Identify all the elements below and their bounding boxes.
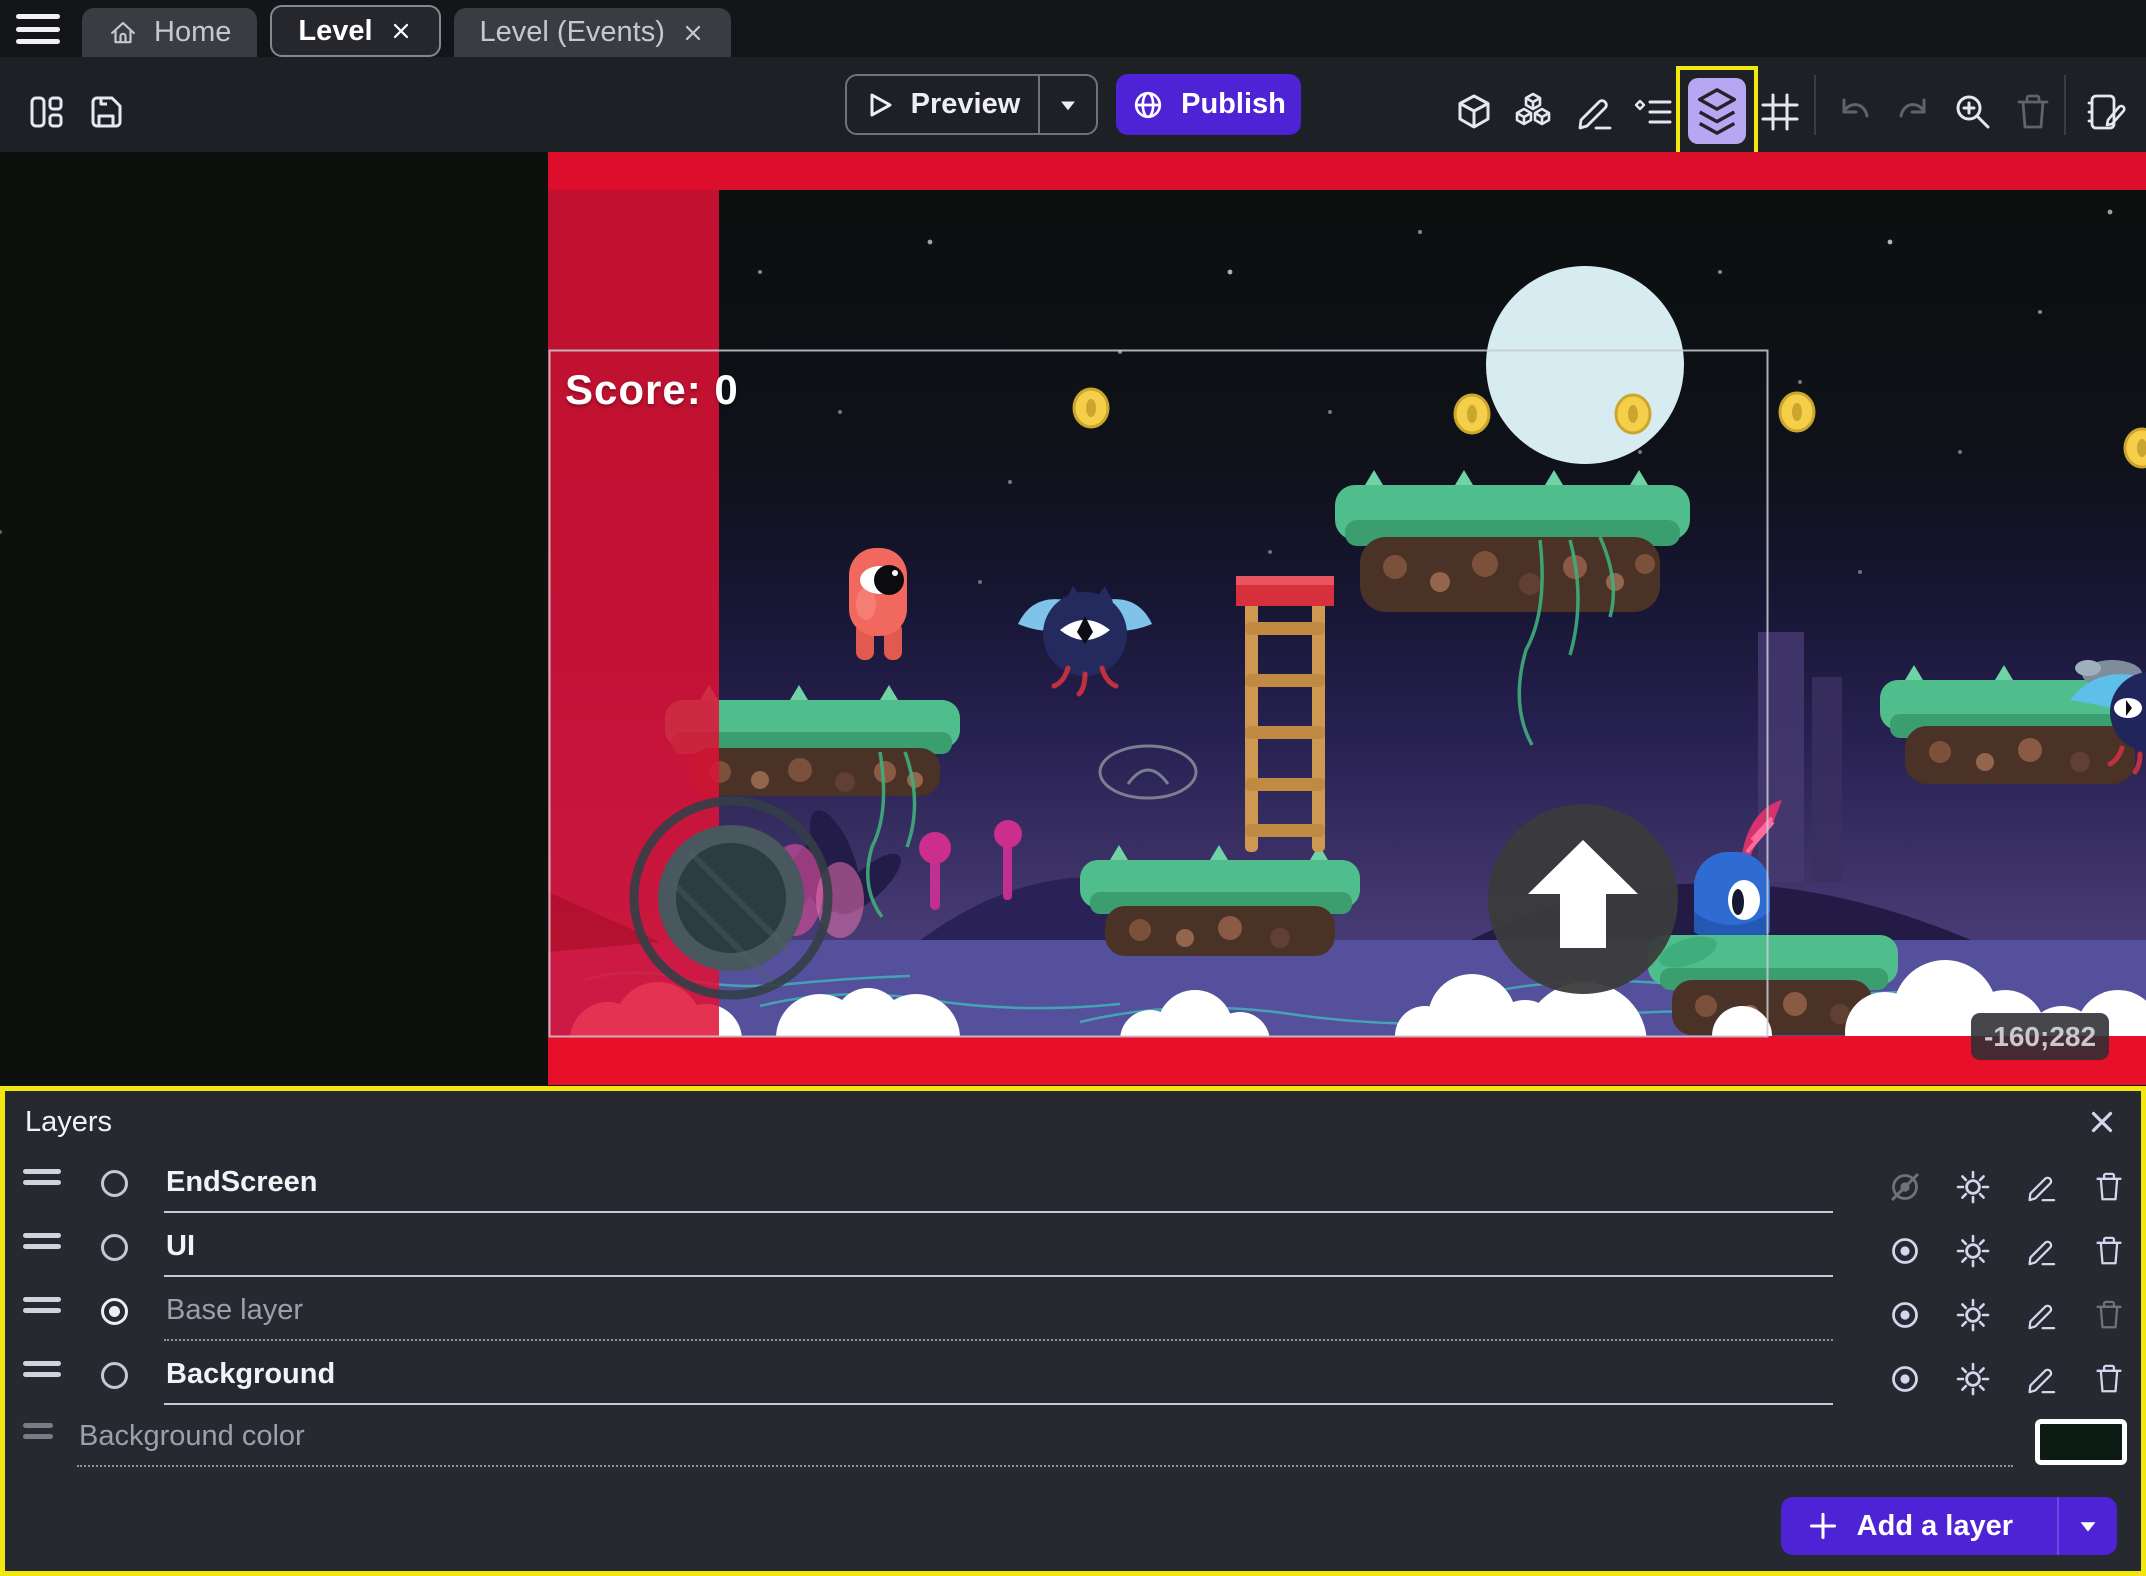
publish-label: Publish <box>1181 88 1286 121</box>
layer-name-field[interactable]: UI <box>164 1230 1833 1277</box>
save-icon[interactable] <box>84 90 128 134</box>
eye-icon[interactable] <box>1887 1297 1923 1333</box>
layer-select-radio[interactable] <box>101 1362 128 1389</box>
close-icon[interactable] <box>681 21 705 45</box>
tab-home-label: Home <box>154 16 231 49</box>
close-icon[interactable] <box>2085 1105 2119 1139</box>
trash-icon[interactable] <box>2091 1361 2127 1397</box>
toolbar: Preview Publish <box>0 57 2146 152</box>
layer-row-ui: UI <box>5 1213 2141 1277</box>
grid-icon[interactable] <box>1758 90 1802 134</box>
preview-dropdown-button[interactable] <box>1038 76 1096 133</box>
tab-home[interactable]: Home <box>82 8 257 57</box>
edit-pencil-icon[interactable] <box>1572 90 1616 134</box>
layer-select-radio[interactable] <box>101 1234 128 1261</box>
cursor-coordinates-badge: -160;282 <box>1971 1013 2109 1060</box>
game-scene <box>0 152 2146 1085</box>
background-color-row: Background color <box>5 1405 2141 1467</box>
layer-select-radio[interactable] <box>101 1170 128 1197</box>
add-layer-label: Add a layer <box>1857 1510 2013 1543</box>
drag-handle-icon[interactable] <box>23 1227 61 1255</box>
layer-rows: EndScreen UI Base layer <box>5 1149 2141 1467</box>
sun-effects-icon[interactable] <box>1955 1361 1991 1397</box>
eye-icon[interactable] <box>1887 1361 1923 1397</box>
score-hud-text: Score: 0 <box>565 366 739 414</box>
close-icon[interactable] <box>389 19 413 43</box>
tab-bar: Home Level Level (Events) <box>0 0 2146 57</box>
moon[interactable] <box>1486 266 1684 464</box>
toolbar-divider <box>1814 75 1816 135</box>
menu-icon[interactable] <box>16 14 60 44</box>
gdevelop-editor: { "tabs": { "home_label": "Home", "level… <box>0 0 2146 1576</box>
layers-icon <box>1692 82 1742 140</box>
chevron-down-icon <box>1055 92 1081 118</box>
layer-row-background: Background <box>5 1341 2141 1405</box>
tab-level-events[interactable]: Level (Events) <box>454 8 731 57</box>
add-layer-button[interactable]: Add a layer <box>1781 1497 2117 1555</box>
eye-icon[interactable] <box>1887 1233 1923 1269</box>
plus-icon <box>1807 1510 1839 1542</box>
layers-tool-button[interactable] <box>1688 78 1746 144</box>
object-groups-icon[interactable] <box>1511 90 1555 134</box>
preview-label: Preview <box>911 88 1021 121</box>
layer-row-base-layer: Base layer <box>5 1277 2141 1341</box>
objects-cube-icon[interactable] <box>1452 90 1496 134</box>
drag-handle-icon[interactable] <box>23 1291 61 1319</box>
drag-handle-icon[interactable] <box>23 1163 61 1191</box>
publish-button[interactable]: Publish <box>1116 74 1301 135</box>
pencil-icon[interactable] <box>2023 1297 2059 1333</box>
tab-level-label: Level <box>298 15 372 48</box>
dashboard-icon[interactable] <box>24 90 68 134</box>
layer-select-radio[interactable] <box>101 1298 128 1325</box>
red-top-band <box>548 152 2146 190</box>
chevron-down-icon <box>2074 1512 2102 1540</box>
eye-off-icon[interactable] <box>1887 1169 1923 1205</box>
trash-icon[interactable] <box>2091 1169 2127 1205</box>
sun-effects-icon[interactable] <box>1955 1169 1991 1205</box>
red-bottom-band <box>548 1036 2146 1085</box>
instances-list-icon[interactable] <box>1632 90 1676 134</box>
pencil-icon[interactable] <box>2023 1169 2059 1205</box>
layers-panel: Layers EndScreen UI <box>0 1086 2146 1576</box>
pencil-icon[interactable] <box>2023 1233 2059 1269</box>
island-center[interactable] <box>1080 845 1360 956</box>
background-color-swatch[interactable] <box>2035 1419 2127 1465</box>
layer-name-field[interactable]: Background <box>164 1358 1833 1405</box>
trash-icon[interactable] <box>2091 1233 2127 1269</box>
background-color-label: Background color <box>77 1420 2013 1467</box>
redo-icon[interactable] <box>1892 90 1936 134</box>
joystick-control[interactable] <box>634 801 828 995</box>
layer-name-field[interactable]: Base layer <box>164 1294 1833 1341</box>
notebook-edit-icon[interactable] <box>2084 90 2128 134</box>
scene-editor-canvas[interactable]: Score: 0 -160;282 <box>0 152 2146 1085</box>
tab-level[interactable]: Level <box>270 5 440 57</box>
pencil-icon[interactable] <box>2023 1361 2059 1397</box>
globe-icon <box>1131 88 1165 122</box>
drag-handle-icon[interactable] <box>23 1355 61 1383</box>
layer-name-field[interactable]: EndScreen <box>164 1166 1833 1213</box>
toolbar-divider <box>2064 75 2066 135</box>
zoom-in-icon[interactable] <box>1951 90 1995 134</box>
sun-effects-icon[interactable] <box>1955 1233 1991 1269</box>
trash-icon[interactable] <box>2011 90 2055 134</box>
jump-button[interactable] <box>1488 804 1678 994</box>
play-icon <box>865 90 895 120</box>
empty-canvas-area <box>0 152 548 1085</box>
layers-panel-title: Layers <box>25 1106 112 1139</box>
layer-row-endscreen: EndScreen <box>5 1149 2141 1213</box>
tab-level-events-label: Level (Events) <box>480 16 665 49</box>
undo-icon[interactable] <box>1832 90 1876 134</box>
preview-button[interactable]: Preview <box>845 74 1098 135</box>
house-icon <box>108 18 138 48</box>
sun-effects-icon[interactable] <box>1955 1297 1991 1333</box>
trash-icon <box>2091 1297 2127 1333</box>
add-layer-dropdown-button[interactable] <box>2057 1497 2117 1555</box>
drag-handle-icon <box>23 1417 53 1445</box>
